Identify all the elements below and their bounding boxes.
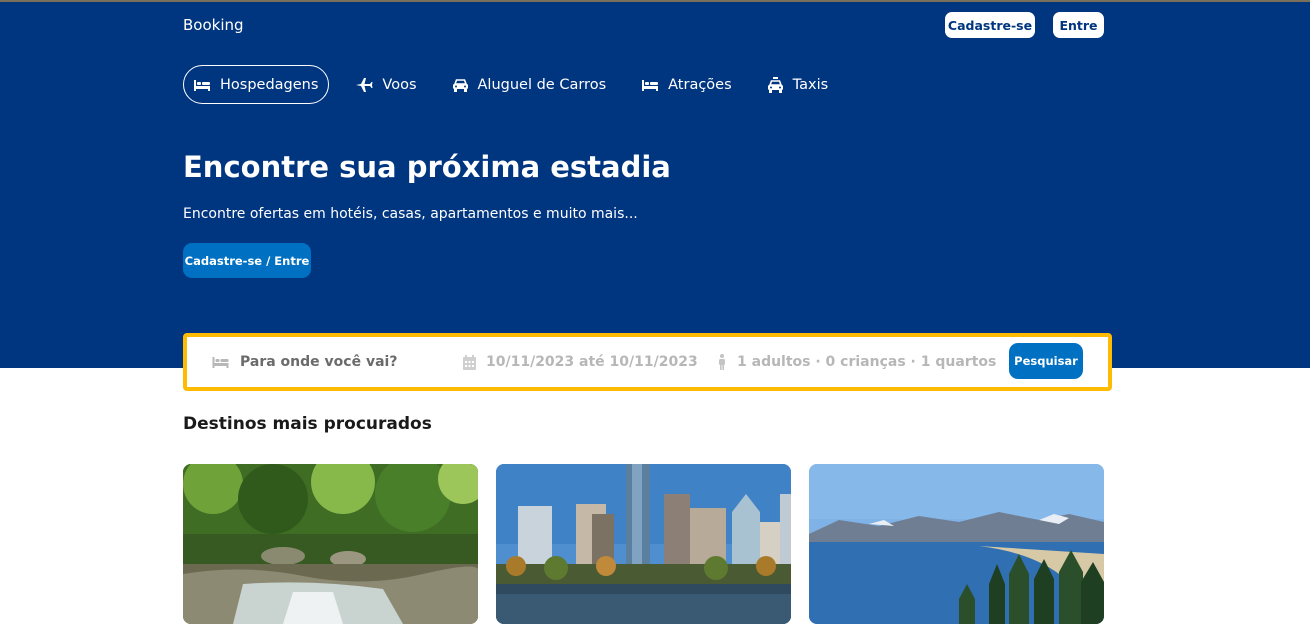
register-login-button[interactable]: Cadastre-se / Entre [183,243,311,278]
search-button[interactable]: Pesquisar [1009,343,1083,379]
bed-icon [642,79,659,91]
guests-summary: 1 adultos · 0 crianças · 1 quartos [737,354,997,370]
date-field[interactable]: 10/11/2023 até 10/11/2023 [463,337,698,387]
top-divider [0,0,1310,2]
destination-card-forest[interactable] [183,464,478,624]
nav-item-label: Atrações [668,76,732,93]
register-button[interactable]: Cadastre-se [945,12,1035,38]
nav-item-hospedagens[interactable]: Hospedagens [183,65,330,104]
bed-icon [212,357,229,368]
nav-item-taxis[interactable]: Taxis [758,65,838,104]
hero-banner: Booking Cadastre-se Entre Hospedagens Vo… [0,0,1310,368]
destination-card-lake[interactable] [809,464,1104,624]
destination-field[interactable]: Para onde você vai? [211,337,397,387]
bed-icon [194,79,210,91]
hero-subtitle: Encontre ofertas em hotéis, casas, apart… [183,206,638,222]
city-skyline-image [496,464,791,624]
search-bar: Para onde você vai? 10/11/2023 até 10/11… [183,333,1112,391]
hero-title: Encontre sua próxima estadia [183,150,671,184]
plane-icon [356,77,373,92]
nav-item-aluguel-de-carros[interactable]: Aluguel de Carros [443,65,616,104]
nav-item-label: Voos [382,76,417,93]
nav-item-label: Aluguel de Carros [477,76,607,93]
login-button[interactable]: Entre [1053,12,1104,38]
nav-item-label: Hospedagens [220,76,319,93]
taxi-icon [767,76,783,93]
car-icon [452,78,468,92]
destination-card-city[interactable] [496,464,791,624]
date-range: 10/11/2023 até 10/11/2023 [486,354,698,370]
mountain-lake-image [809,464,1104,624]
main-nav: Hospedagens Voos Aluguel de Carros Atraç… [183,65,854,104]
calendar-icon [463,354,476,370]
person-icon [719,354,725,370]
nav-item-atracoes[interactable]: Atrações [632,65,741,104]
destination-placeholder: Para onde você vai? [240,354,398,370]
nav-item-voos[interactable]: Voos [346,65,425,104]
nav-item-label: Taxis [792,76,829,93]
brand-logo[interactable]: Booking [183,16,244,34]
guests-field[interactable]: 1 adultos · 0 crianças · 1 quartos [717,337,996,387]
forest-waterfall-image [183,464,478,624]
destinations-title: Destinos mais procurados [183,414,432,434]
